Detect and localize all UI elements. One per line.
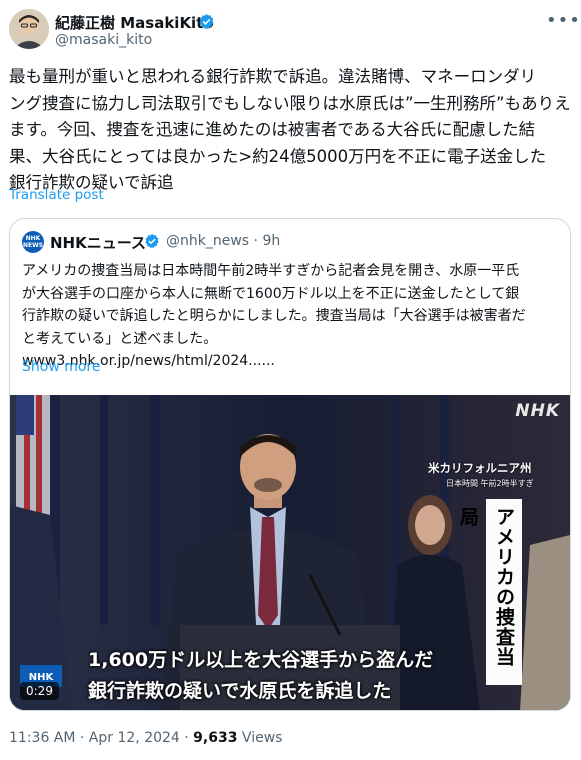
avatar[interactable] xyxy=(9,9,49,49)
quote-timestamp: 9h xyxy=(262,233,281,249)
verified-badge-icon xyxy=(199,14,214,30)
translate-link[interactable]: Translate post xyxy=(9,187,104,203)
nhk-watermark: NHK xyxy=(515,401,560,421)
subtitle-line-2: 銀行詐欺の疑いで水原氏を訴追した xyxy=(88,680,392,702)
verified-badge-icon xyxy=(145,234,159,249)
views-label: Views xyxy=(237,730,283,746)
vertical-caption: アメリカの捜査当局 xyxy=(457,507,515,667)
subtitle-line-1: 1,600万ドル以上を大谷選手から盗んだ xyxy=(88,649,434,671)
view-count: 9,633 xyxy=(193,730,238,746)
time-caption: 日本時間 午前2時半すぎ xyxy=(446,479,534,488)
quote-text: アメリカの捜査当局は日本時間午前2時半すぎから記者会見を開き、水原一平氏 が大谷… xyxy=(22,263,526,369)
author-name[interactable]: 紀藤正樹 MasakiKito xyxy=(55,12,214,33)
avatar-image xyxy=(9,9,49,49)
more-options-icon[interactable]: ••• xyxy=(546,10,581,31)
show-more-link[interactable]: Show more xyxy=(22,359,101,375)
quote-author-name: NHKニュース xyxy=(50,234,146,252)
nhk-logo-icon: NHK NEWS xyxy=(22,231,44,253)
video-player[interactable]: NHK NHK 米カリフォルニア州 日本時間 午前2時半すぎ アメリカの捜査当局… xyxy=(10,395,570,710)
location-caption: 米カリフォルニア州 xyxy=(428,461,532,475)
tweet-text: 最も量刑が重いと思われる銀行詐欺で訴追。違法賭博、マネーロンダリ ング捜査に協力… xyxy=(9,67,571,192)
video-duration-badge: 0:29 xyxy=(20,682,59,700)
author-handle[interactable]: @masaki_kito xyxy=(55,32,152,48)
vertical-caption-box: アメリカの捜査当局 xyxy=(457,499,522,685)
post-timestamp[interactable]: 11:36 AM · Apr 12, 2024 · xyxy=(9,730,193,746)
quote-author-handle: @nhk_news · 9h xyxy=(166,233,281,249)
quoted-post-card[interactable]: NHK NEWS NHKニュース @nhk_news · 9h アメリカの捜査当… xyxy=(9,218,571,711)
post-metadata: 11:36 AM · Apr 12, 2024 · 9,633 Views xyxy=(9,730,282,746)
